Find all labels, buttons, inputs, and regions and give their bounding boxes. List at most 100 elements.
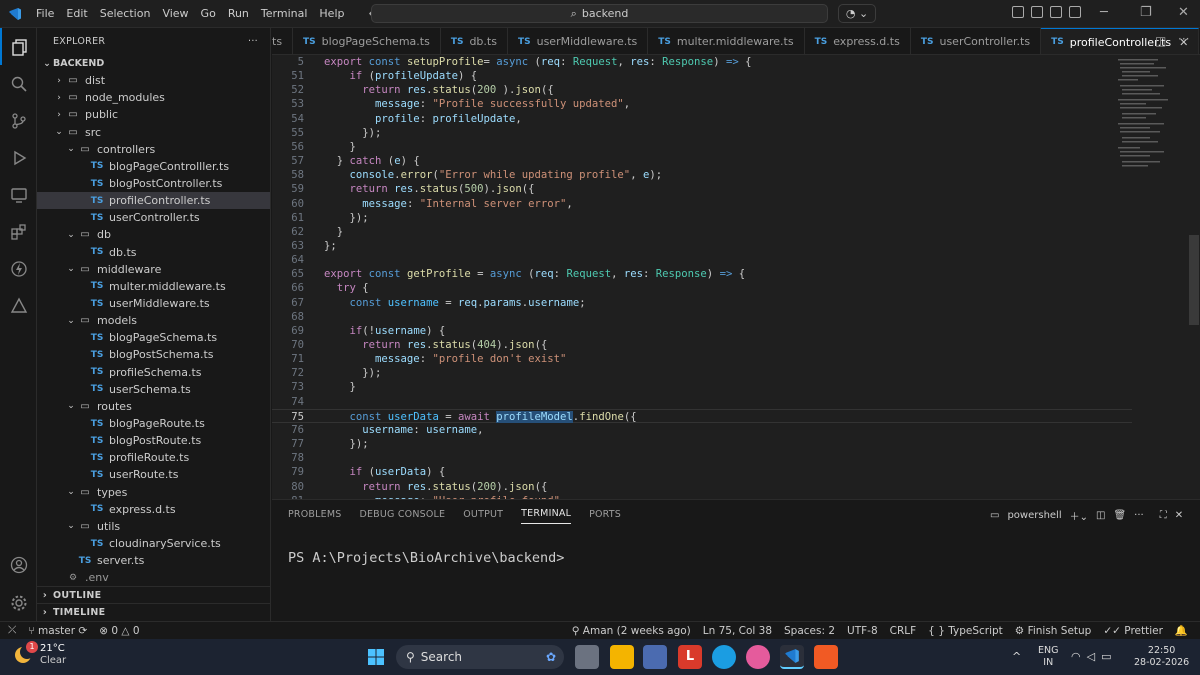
panel-tab-terminal[interactable]: TERMINAL [521, 508, 572, 524]
file-db-ts[interactable]: TS db.ts [37, 244, 270, 261]
account-icon[interactable] [0, 546, 37, 583]
folder-dist[interactable]: › ▭ dist [37, 72, 270, 89]
task-view-icon[interactable] [575, 645, 599, 669]
remote-explorer-icon[interactable] [0, 176, 37, 213]
start-windows-icon[interactable] [364, 645, 388, 669]
layout-toggles[interactable] [1012, 6, 1081, 18]
menu-item-terminal[interactable]: Terminal [261, 7, 308, 20]
file-blogpageschema-ts[interactable]: TS blogPageSchema.ts [37, 329, 270, 346]
encoding[interactable]: UTF-8 [847, 625, 878, 637]
indentation[interactable]: Spaces: 2 [784, 625, 835, 637]
tab-blogpageschema-ts[interactable]: TS blogPageSchema.ts [293, 28, 441, 54]
weather-widget[interactable]: 1 21°C Clear [12, 641, 66, 667]
settings-gear-icon[interactable] [0, 584, 37, 621]
clock[interactable]: 22:50 28-02-2026 [1134, 645, 1189, 669]
minimize-button[interactable]: ─ [1100, 5, 1108, 20]
menu-item-edit[interactable]: Edit [66, 7, 87, 20]
file-blogpageroute-ts[interactable]: TS blogPageRoute.ts [37, 415, 270, 432]
menu-item-run[interactable]: Run [228, 7, 249, 20]
file-usercontroller-ts[interactable]: TS userController.ts [37, 209, 270, 226]
tab-multer-middleware-ts[interactable]: TS multer.middleware.ts [648, 28, 805, 54]
chevron-up-icon[interactable]: ^ [1012, 650, 1021, 663]
copilot-button[interactable]: ◔ ⌄ [838, 4, 876, 23]
tab-profilecontroller-ts[interactable]: TS profileController.ts ✕ [1041, 28, 1200, 54]
docker-triangle-icon[interactable] [0, 287, 37, 324]
folder-node-modules[interactable]: › ▭ node_modules [37, 89, 270, 106]
folder-public[interactable]: › ▭ public [37, 106, 270, 123]
file-blogpostcontroller-ts[interactable]: TS blogPostController.ts [37, 175, 270, 192]
panel-tab-output[interactable]: OUTPUT [463, 509, 503, 520]
remote-icon[interactable]: ⤫ [8, 624, 16, 637]
code-editor[interactable]: 5 export const setupProfile= async (req: … [272, 55, 1200, 499]
toggle-secondary-sidebar-icon[interactable] [1069, 6, 1081, 18]
menu-item-help[interactable]: Help [319, 7, 344, 20]
workspace-root[interactable]: ⌄ BACKEND [37, 55, 270, 72]
finish-setup[interactable]: ⚙ Finish Setup [1015, 625, 1092, 637]
toggle-panel-icon[interactable] [1050, 6, 1062, 18]
outline-section[interactable]: › OUTLINE [37, 586, 270, 603]
language-mode[interactable]: { } TypeScript [928, 625, 1003, 637]
file--env[interactable]: ⚙ .env [37, 569, 270, 586]
notifications-bell-icon[interactable]: 🔔 [1175, 624, 1188, 637]
file-userroute-ts[interactable]: TS userRoute.ts [37, 466, 270, 483]
folder-models[interactable]: ⌄ ▭ models [37, 312, 270, 329]
brave-browser-icon[interactable] [814, 645, 838, 669]
restore-button[interactable]: ❐ [1140, 5, 1152, 20]
panel-tab-ports[interactable]: PORTS [589, 509, 621, 520]
panel-tab-problems[interactable]: PROBLEMS [288, 509, 341, 520]
tab-db-ts[interactable]: TS db.ts [441, 28, 508, 54]
edge-browser-icon[interactable] [712, 645, 736, 669]
file-multer-middleware-ts[interactable]: TS multer.middleware.ts [37, 278, 270, 295]
panel-tab-debug-console[interactable]: DEBUG CONSOLE [359, 509, 445, 520]
vscode-taskbar-icon[interactable] [780, 645, 804, 669]
cursor-position[interactable]: Ln 75, Col 38 [703, 625, 772, 637]
file-blogpagecontrolller-ts[interactable]: TS blogPageControlller.ts [37, 158, 270, 175]
minimap[interactable] [1112, 55, 1192, 175]
explorer-icon[interactable] [0, 28, 37, 65]
file-usermiddleware-ts[interactable]: TS userMiddleware.ts [37, 295, 270, 312]
thunder-client-icon[interactable] [0, 250, 37, 287]
folder-middleware[interactable]: ⌄ ▭ middleware [37, 261, 270, 278]
file-blogpostroute-ts[interactable]: TS blogPostRoute.ts [37, 432, 270, 449]
git-blame[interactable]: ⚲ Aman (2 weeks ago) [572, 625, 691, 637]
file-cloudinaryservice-ts[interactable]: TS cloudinaryService.ts [37, 535, 270, 552]
file-profileschema-ts[interactable]: TS profileSchema.ts [37, 364, 270, 381]
app-l-icon[interactable]: L [678, 645, 702, 669]
folder-src[interactable]: ⌄ ▭ src [37, 124, 270, 141]
menu-item-selection[interactable]: Selection [100, 7, 151, 20]
more-actions-icon[interactable]: ··· [1134, 510, 1144, 521]
editor-scrollbar[interactable] [1189, 235, 1199, 325]
timeline-section[interactable]: › TIMELINE [37, 603, 270, 620]
run-debug-icon[interactable] [0, 139, 37, 176]
prettier-status[interactable]: ✓✓ Prettier [1103, 625, 1163, 637]
file-profilecontroller-ts[interactable]: TS profileController.ts [37, 192, 270, 210]
extensions-icon[interactable] [0, 213, 37, 250]
maximize-panel-icon[interactable]: ⛶ [1160, 510, 1167, 521]
layout-customize-icon[interactable] [1012, 6, 1024, 18]
file-blogpostschema-ts[interactable]: TS blogPostSchema.ts [37, 346, 270, 363]
source-control-icon[interactable] [0, 102, 37, 139]
copilot-app-icon[interactable] [746, 645, 770, 669]
command-center-search[interactable]: ⌕ backend [371, 4, 828, 23]
folder-types[interactable]: ⌄ ▭ types [37, 484, 270, 501]
microsoft-store-icon[interactable] [643, 645, 667, 669]
language-indicator[interactable]: ENG IN [1038, 645, 1058, 669]
more-actions-icon[interactable]: ··· [248, 36, 258, 47]
more-actions-icon[interactable]: ··· [1178, 32, 1189, 46]
branch-indicator[interactable]: ⑂ master ⟳ [28, 625, 87, 637]
file-explorer-icon[interactable] [610, 645, 634, 669]
close-panel-icon[interactable]: ✕ [1175, 510, 1183, 521]
terminal-shell-label[interactable]: powershell [1007, 510, 1061, 521]
folder-db[interactable]: ⌄ ▭ db [37, 226, 270, 243]
menu-item-view[interactable]: View [162, 7, 188, 20]
tab-usercontroller-ts[interactable]: TS userController.ts [911, 28, 1042, 54]
tab-ts[interactable]: ts [272, 28, 294, 54]
close-button[interactable]: ✕ [1178, 5, 1189, 20]
toggle-sidebar-icon[interactable] [1031, 6, 1043, 18]
new-terminal-icon[interactable]: ＋⌄ [1070, 508, 1088, 523]
system-tray-icons[interactable]: ◠◁▭ [1071, 650, 1117, 663]
menu-item-file[interactable]: File [36, 7, 54, 20]
folder-controllers[interactable]: ⌄ ▭ controllers [37, 141, 270, 158]
split-terminal-icon[interactable]: ◫ [1096, 510, 1105, 521]
problems-indicator[interactable]: ⊗ 0 △ 0 [99, 625, 139, 637]
